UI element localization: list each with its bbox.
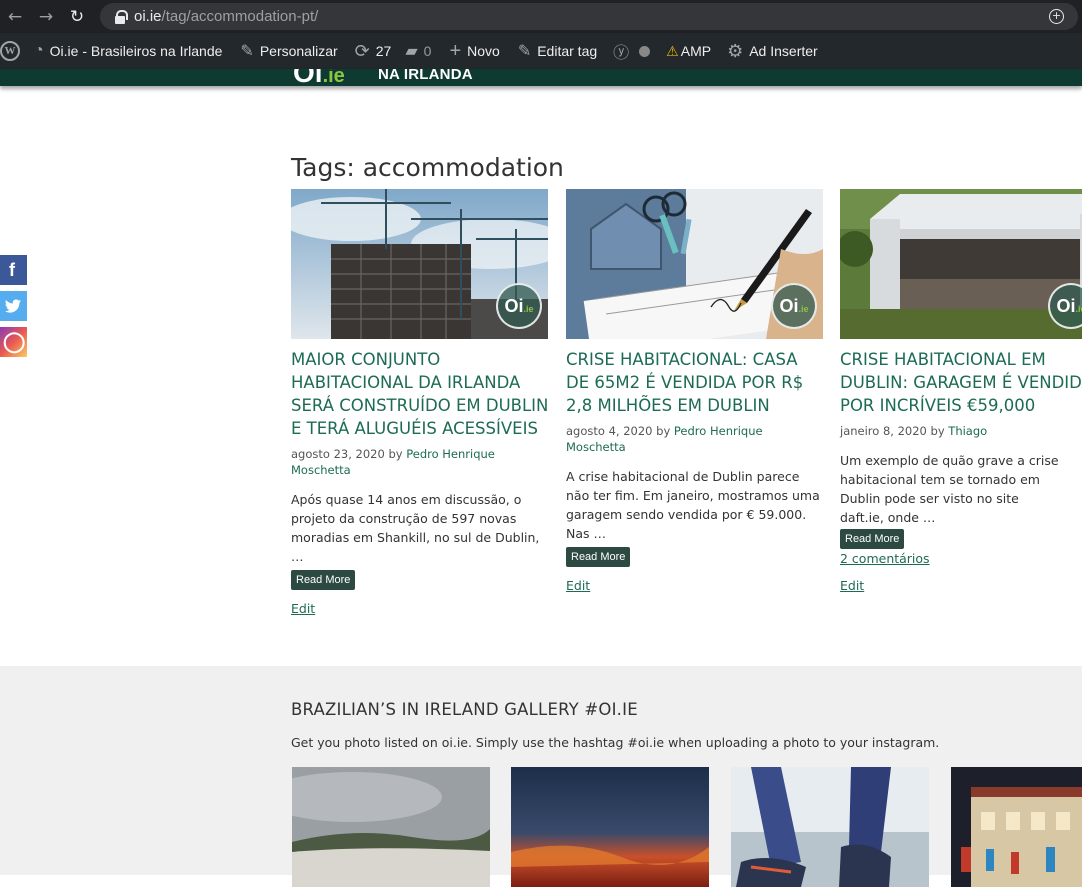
updates-icon: ⟳ [354,40,370,61]
edit-tag-item[interactable]: ✎ Editar tag [518,41,597,61]
wordpress-logo-icon[interactable]: W [0,41,20,61]
amp-label: AMP [680,43,712,59]
amp-item[interactable]: ⚠ AMP [666,43,711,60]
ad-inserter-item[interactable]: ⚙ Ad Inserter [727,41,818,62]
site-logo[interactable]: Oi.ie [293,69,345,86]
post-meta: agosto 23, 2020 by Pedro Henrique Mosche… [291,447,495,477]
post-excerpt: Um exemplo de quão grave a crise habitac… [840,453,1059,525]
brush-icon: ✎ [240,43,254,60]
instagram-share-icon[interactable]: ◯ [0,327,27,357]
yoast-icon: ⓨ [613,45,630,62]
author-link[interactable]: Thiago [948,424,987,438]
comments-link[interactable]: 2 comentários [840,550,1082,568]
read-more-button[interactable]: Read More [291,570,356,590]
customize-item[interactable]: ✎ Personalizar [240,41,337,61]
post-thumbnail[interactable]: Oi.ie [291,189,548,339]
pencil-icon: ✎ [517,43,532,60]
comments-count: 0 [423,43,432,59]
new-item[interactable]: + Novo [449,40,499,63]
url-path: /tag/accommodation-pt/ [161,8,319,25]
updates-count: 27 [375,43,392,59]
post-title-link[interactable]: CRISE HABITACIONAL: CASA DE 65M2 É VENDI… [566,348,824,417]
url-host: oi.ie [134,8,162,25]
zoom-icon[interactable]: + [1049,9,1064,24]
twitter-share-icon[interactable] [0,291,27,321]
wp-admin-bar: W ◔ Oi.ie - Brasileiros na Irlande ✎ Per… [0,33,1082,69]
post-thumbnail[interactable]: Oi.ie [566,189,823,339]
oi-badge-icon: Oi.ie [496,283,542,329]
edit-link[interactable]: Edit [291,600,549,618]
customize-label: Personalizar [259,43,338,59]
post-card: Oi.ie CRISE HABITACIONAL: CASA DE 65M2 É… [566,189,824,595]
gallery-title: BRAZILIAN’S IN IRELAND GALLERY #OI.IE [291,700,638,719]
back-arrow-icon[interactable]: ← [4,6,26,28]
address-bar[interactable]: oi.ie/tag/accommodation-pt/ + [100,3,1078,30]
post-date: agosto 4, 2020 [566,424,653,438]
dashboard-icon: ◔ [34,42,44,59]
edit-link[interactable]: Edit [566,577,824,595]
post-meta: janeiro 8, 2020 by Thiago [840,424,988,438]
facebook-share-icon[interactable]: f [0,255,27,285]
url-text[interactable]: oi.ie/tag/accommodation-pt/ [134,8,318,25]
gallery-photo[interactable] [292,767,490,887]
browser-toolbar: ← → ↻ oi.ie/tag/accommodation-pt/ + [0,0,1082,33]
seo-item[interactable]: ⓨ [613,39,651,63]
forward-arrow-icon[interactable]: → [35,6,57,28]
site-name-item[interactable]: ◔ Oi.ie - Brasileiros na Irlande [34,42,222,60]
reload-icon[interactable]: ↻ [66,6,88,28]
post-title-link[interactable]: CRISE HABITACIONAL EM DUBLIN: GARAGEM É … [840,348,1082,417]
oi-badge-icon: Oi.ie [771,283,817,329]
post-excerpt: A crise habitacional de Dublin parece nã… [566,469,820,541]
comments-item[interactable]: ▰ 0 [405,41,431,61]
post-card: Oi.ie MAIOR CONJUNTO HABITACIONAL DA IRL… [291,189,549,618]
post-title-link[interactable]: MAIOR CONJUNTO HABITACIONAL DA IRLANDA S… [291,348,549,440]
site-header: Oi.ie NA IRLANDA [0,69,1082,86]
instagram-gallery: BRAZILIAN’S IN IRELAND GALLERY #OI.IE Ge… [0,666,1082,887]
seo-status-dot [639,45,651,57]
gear-icon: ⚙ [727,40,744,61]
page-title: Tags: accommodation [291,153,564,182]
gallery-photo[interactable] [951,767,1082,887]
new-label: Novo [467,43,500,59]
read-more-button[interactable]: Read More [566,547,631,567]
edit-tag-label: Editar tag [537,43,598,59]
edit-link[interactable]: Edit [840,577,1082,595]
gallery-subtitle: Get you photo listed on oi.ie. Simply us… [291,735,940,750]
post-thumbnail[interactable]: Oi.ie [840,189,1082,339]
site-name-label: Oi.ie - Brasileiros na Irlande [49,43,223,59]
plus-icon: + [449,39,462,62]
gallery-photo[interactable] [511,767,709,887]
ad-inserter-label: Ad Inserter [749,43,818,59]
post-date: janeiro 8, 2020 [840,424,927,438]
post-excerpt: Após quase 14 anos em discussão, o proje… [291,492,540,564]
post-card: Oi.ie CRISE HABITACIONAL EM DUBLIN: GARA… [840,189,1082,595]
read-more-button[interactable]: Read More [840,529,905,549]
site-tagline: NA IRLANDA [378,69,473,83]
comment-icon: ▰ [405,43,418,60]
updates-item[interactable]: ⟳ 27 [355,41,392,62]
post-meta: agosto 4, 2020 by Pedro Henrique Moschet… [566,424,763,454]
gallery-photo[interactable] [731,767,929,887]
lock-icon [114,9,128,24]
warning-icon: ⚠ [666,42,679,59]
post-date: agosto 23, 2020 [291,447,385,461]
